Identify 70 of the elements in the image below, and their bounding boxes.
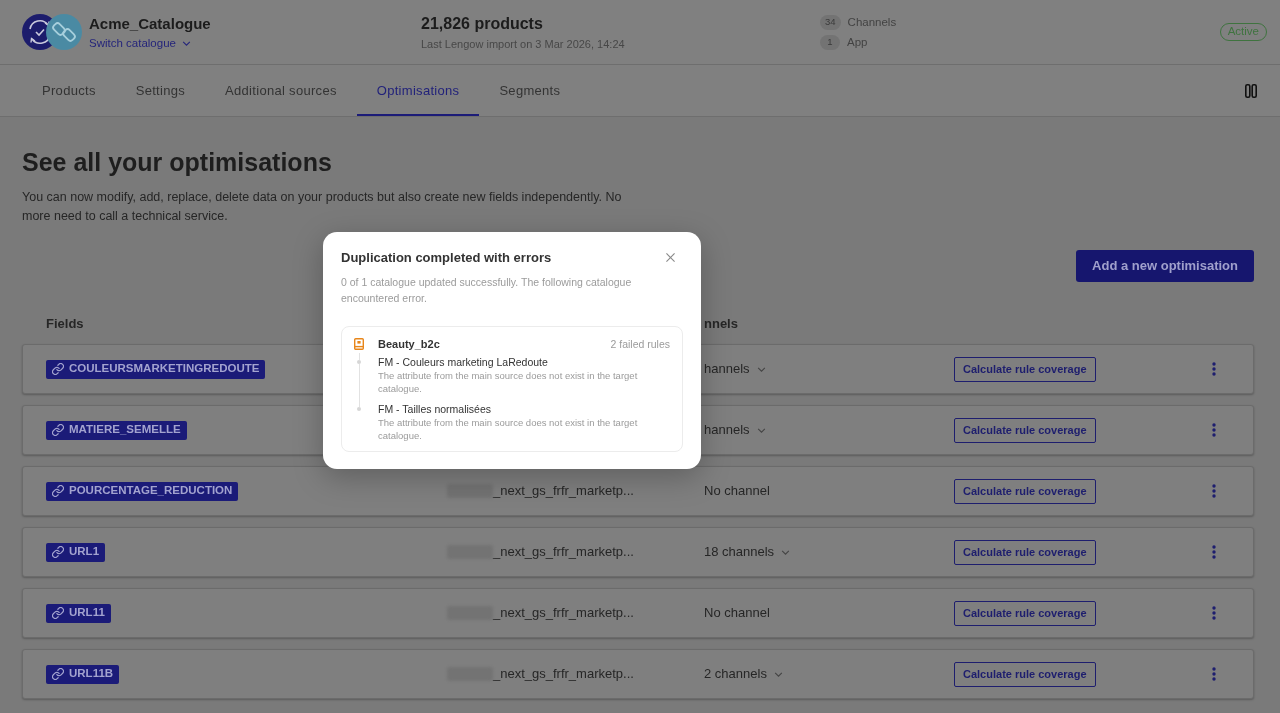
- catalogue-title: Beauty_b2c: [378, 337, 440, 351]
- dialog-message: 0 of 1 catalogue updated successfully. The following catalogue encountered error.: [341, 275, 633, 306]
- book-icon: [354, 338, 364, 350]
- vertical-dots-icon: [1212, 606, 1216, 620]
- close-button[interactable]: [666, 253, 675, 262]
- tab[interactable]: Segments: [479, 65, 581, 116]
- column-header: nnels: [704, 315, 739, 333]
- tab[interactable]: Products: [22, 65, 116, 116]
- field-name: COULEURSMARKETINGREDOUTE: [69, 361, 260, 377]
- channel-count: No channel: [704, 482, 770, 501]
- field-name: MATIERE_SEMELLE: [69, 422, 181, 438]
- field-name: URL1: [69, 544, 100, 560]
- page-title: See all your optimisations: [22, 147, 333, 177]
- channel-count: No channel: [704, 604, 770, 623]
- more-options-button[interactable]: [1212, 362, 1216, 376]
- switch-catalogue-link[interactable]: Switch catalogue: [89, 35, 191, 51]
- link-icon: [52, 424, 64, 436]
- connection-label: Channels: [847, 15, 897, 29]
- last-import-text: Last Lengow import on 3 Mar 2026, 14:24: [421, 36, 625, 51]
- link-icon: [52, 363, 64, 375]
- channel-count: 2 channels: [704, 665, 767, 684]
- vertical-dots-icon: [1212, 423, 1216, 437]
- link-icon: [52, 546, 64, 558]
- calculate-coverage-button[interactable]: Calculate rule coverage: [954, 417, 1096, 443]
- tab[interactable]: Settings: [115, 65, 206, 116]
- tab[interactable]: Additional sources: [205, 65, 357, 116]
- channel-count: hannels: [704, 421, 750, 440]
- calculate-coverage-button[interactable]: Calculate rule coverage: [954, 661, 1096, 687]
- more-options-button[interactable]: [1212, 667, 1216, 681]
- calculate-coverage-button[interactable]: Calculate rule coverage: [954, 478, 1096, 504]
- catalogue-logo-icon: [22, 14, 82, 50]
- source-name: _next_gs_frfr_marketp...: [493, 482, 634, 501]
- more-options-button[interactable]: [1212, 606, 1216, 620]
- vertical-dots-icon: [1212, 362, 1216, 376]
- source-name: _next_gs_frfr_marketp...: [493, 665, 634, 684]
- chevron-down-icon: [181, 40, 191, 46]
- rule-error: The attribute from the main source does not exist in the target catalogue.: [378, 369, 639, 395]
- more-options-button[interactable]: [1212, 423, 1216, 437]
- page-description: You can now modify, add, replace, delete data on your products but also create new fields independently. No more need to call a technical service.: [22, 189, 623, 225]
- source-name: _next_gs_frfr_marketp...: [493, 543, 634, 562]
- field-name: URL11B: [69, 666, 114, 682]
- columns-icon: [1245, 83, 1257, 98]
- more-options-button[interactable]: [1212, 545, 1216, 559]
- calculate-coverage-button[interactable]: Calculate rule coverage: [954, 539, 1096, 565]
- rule-error: The attribute from the main source does not exist in the target catalogue.: [378, 416, 639, 442]
- calculate-coverage-button[interactable]: Calculate rule coverage: [954, 356, 1096, 382]
- column-header: Fields: [46, 315, 85, 333]
- source-name: _next_gs_frfr_marketp...: [493, 604, 634, 623]
- columns-button[interactable]: [1245, 83, 1257, 98]
- add-optimisation-button[interactable]: Add a new optimisation: [1076, 250, 1254, 282]
- catalogue-name: Acme_Catalogue: [89, 13, 211, 34]
- vertical-dots-icon: [1212, 484, 1216, 498]
- close-icon: [666, 253, 675, 262]
- link-icon: [52, 607, 64, 619]
- product-count: 21,826 products: [421, 13, 543, 34]
- field-name: URL11: [69, 605, 105, 621]
- link-icon: [52, 668, 64, 680]
- link-icon: [52, 485, 64, 497]
- dialog-title: Duplication completed with errors: [341, 250, 552, 266]
- field-name: POURCENTAGE_REDUCTION: [69, 483, 233, 499]
- rule-name: FM - Couleurs marketing LaRedoute: [378, 355, 549, 369]
- more-options-button[interactable]: [1212, 484, 1216, 498]
- channel-count: 18 channels: [704, 543, 775, 562]
- calculate-coverage-button[interactable]: Calculate rule coverage: [954, 600, 1096, 626]
- channel-count: hannels: [704, 360, 750, 379]
- connection-label: App: [847, 35, 868, 49]
- rule-name: FM - Tailles normalisées: [378, 402, 492, 416]
- vertical-dots-icon: [1212, 545, 1216, 559]
- vertical-dots-icon: [1212, 667, 1216, 681]
- failed-rules-count: 2 failed rules: [610, 337, 670, 351]
